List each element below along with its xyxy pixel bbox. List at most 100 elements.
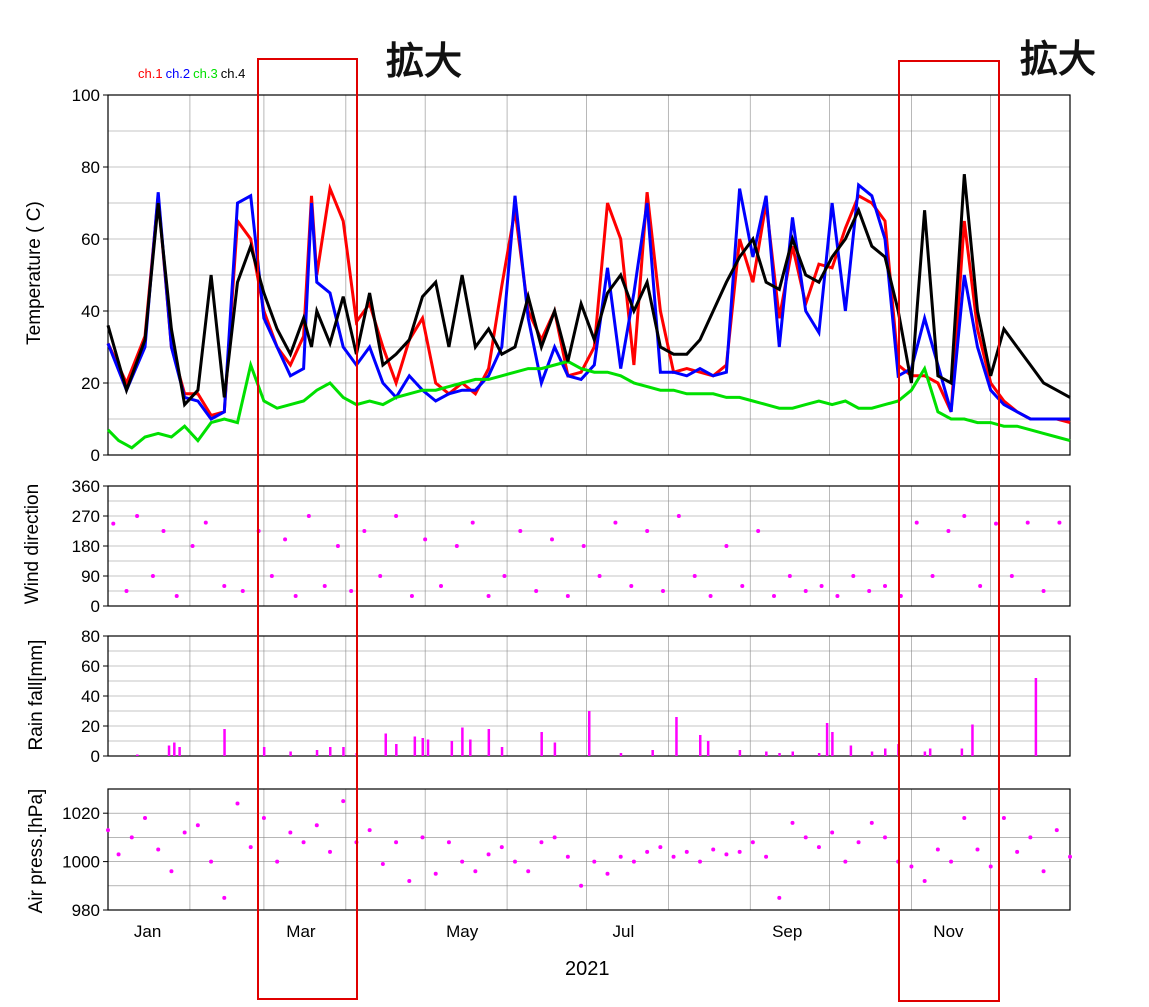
wind-direction-point (597, 574, 602, 578)
rain-bar (588, 711, 591, 756)
air-pressure-point (777, 895, 782, 900)
wind-direction-point (135, 514, 140, 518)
rain-bar (831, 732, 834, 756)
temperature-ytick-label: 20 (81, 374, 100, 393)
air-pressure-point (1028, 835, 1033, 840)
air-pressure-point (513, 859, 517, 864)
temperature-ytick-label: 40 (81, 302, 100, 321)
rain-bar (870, 751, 874, 756)
wind-direction-ytick-label: 270 (72, 507, 100, 526)
air-pressure-point (764, 854, 769, 859)
air-pressure-point (169, 869, 174, 874)
air-pressure-point (790, 820, 795, 825)
rain-bar (178, 747, 181, 756)
rain-bar (778, 753, 781, 756)
wind-direction-point (534, 589, 539, 593)
rain-bar (1034, 678, 1038, 756)
wind-direction-ytick-label: 360 (72, 477, 100, 496)
air-pressure-point (803, 835, 808, 840)
month-tick-label: May (446, 922, 479, 941)
wind-direction-point (240, 589, 245, 593)
air-pressure-point (869, 820, 874, 825)
air-pressure-point (486, 852, 491, 857)
zoom-box-left (257, 58, 358, 1000)
rain-bar (738, 750, 742, 756)
wind-direction-ytick-label: 180 (72, 537, 100, 556)
air-pressure-point (658, 845, 663, 850)
air-pressure-point (446, 840, 451, 845)
rain-bar (136, 754, 139, 756)
air-pressure-point (195, 823, 200, 828)
air-pressure-point (605, 871, 610, 876)
air-pressure-point (592, 859, 597, 864)
air-pressure-point (856, 840, 861, 845)
wind-direction-point (645, 529, 650, 533)
wind-direction-point (661, 589, 665, 593)
wind-direction-point (692, 574, 697, 578)
rain-bar (384, 733, 387, 756)
air-pressure-point (750, 840, 755, 845)
air-pressure-point (816, 845, 821, 850)
air-pressure-point (394, 840, 399, 845)
rain-bar (553, 742, 557, 756)
wind-direction-point (1041, 589, 1046, 593)
wind-direction-point (518, 529, 523, 533)
wind-direction-point (150, 574, 155, 578)
wind-direction-point (851, 574, 856, 578)
air-pressure-ylabel: Air press.[hPa] (26, 788, 47, 914)
rain-bar (619, 753, 623, 756)
rain-bar (461, 727, 464, 756)
air-pressure-point (1001, 816, 1006, 821)
air-pressure-point (460, 859, 465, 864)
legend-ch3: ch.3 (193, 66, 218, 81)
air-pressure-point (106, 828, 110, 833)
temperature-ytick-label: 80 (81, 158, 100, 177)
wind-direction-point (378, 574, 383, 578)
month-tick-label: Sep (772, 922, 802, 941)
legend-ch2: ch.2 (165, 66, 191, 81)
air-pressure-point (1068, 854, 1072, 859)
wind-direction-point (883, 584, 887, 588)
rain-bar (765, 751, 768, 756)
wind-direction-ytick-label: 0 (91, 597, 100, 616)
wind-direction-point (161, 529, 166, 533)
rain-bar (173, 742, 176, 756)
wind-direction-point (124, 589, 129, 593)
wind-direction-point (423, 537, 428, 542)
air-pressure-point (671, 854, 676, 859)
air-pressure-point (843, 859, 848, 864)
rain-fall-ytick-label: 20 (81, 717, 100, 736)
rain-bar (421, 738, 424, 756)
rain-bar (469, 739, 472, 756)
air-pressure-point (1041, 869, 1046, 874)
legend-ch1: ch.1 (138, 66, 163, 81)
wind-direction-point (486, 594, 491, 598)
air-pressure-point (499, 845, 504, 850)
air-pressure-point (711, 847, 716, 852)
wind-direction-point (550, 537, 554, 542)
zoom-label-right: 拡大 (1020, 37, 1097, 81)
air-pressure-point (830, 830, 835, 835)
rain-bar (223, 729, 226, 756)
wind-direction-point (772, 594, 776, 598)
rain-bar (651, 750, 654, 756)
temperature-legend: ch.1 ch.2 ch.3 ch.4 (138, 66, 248, 81)
x-axis-year-label: 2021 (565, 958, 610, 980)
air-pressure-point (156, 847, 161, 852)
wind-direction-point (867, 589, 872, 593)
air-pressure-point (1054, 828, 1059, 833)
air-pressure-point (579, 883, 584, 888)
rain-bar (675, 717, 678, 756)
wind-direction-point (1025, 520, 1030, 525)
air-pressure-point (631, 859, 636, 864)
wind-direction-point (565, 594, 570, 598)
air-pressure-ytick-label: 980 (72, 901, 100, 920)
air-pressure-point (420, 835, 425, 840)
rain-bar (884, 748, 887, 756)
wind-direction-point (724, 544, 729, 548)
rain-fall-ytick-label: 40 (81, 687, 100, 706)
rain-bar (699, 735, 702, 756)
rain-bar (706, 741, 710, 756)
air-pressure-point (116, 852, 121, 857)
wind-direction-ylabel: Wind direction (22, 483, 43, 605)
